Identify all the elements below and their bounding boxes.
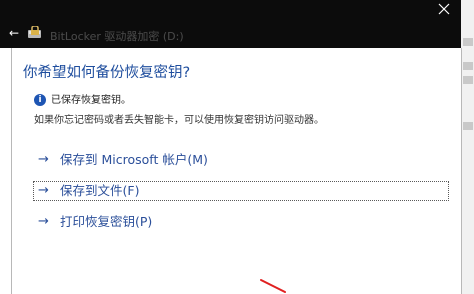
arrow-right-icon: → [38, 214, 49, 229]
print-recovery-key-option[interactable]: → 打印恢复密钥(P) [33, 212, 449, 232]
dialog-heading: 你希望如何备份恢复密钥? [23, 65, 191, 81]
arrow-right-icon: → [38, 152, 49, 167]
background-fragment [463, 38, 473, 46]
option-label: 保存到文件(F) [60, 183, 140, 198]
window-title: BitLocker 驱动器加密 (D:) [50, 30, 184, 43]
info-icon: i [34, 94, 46, 106]
background-fragment [463, 62, 473, 70]
background-window-edge [461, 0, 474, 294]
save-to-file-option[interactable]: → 保存到文件(F) [33, 181, 449, 201]
dialog-description: 如果你忘记密码或者丢失智能卡，可以使用恢复密钥访问驱动器。 [34, 115, 324, 126]
option-label: 保存到 Microsoft 帐户(M) [60, 152, 208, 167]
background-fragment [463, 122, 473, 130]
screenshot-stage: ← BitLocker 驱动器加密 (D:) 你希望如何备份恢复密钥? i 已保… [0, 0, 474, 294]
backup-dialog [11, 48, 462, 294]
bitlocker-drive-icon [28, 26, 41, 38]
arrow-right-icon: → [38, 183, 49, 198]
background-fragment [463, 76, 473, 84]
save-to-microsoft-account-option[interactable]: → 保存到 Microsoft 帐户(M) [33, 150, 449, 170]
back-arrow-icon[interactable]: ← [9, 27, 21, 39]
option-label: 打印恢复密钥(P) [60, 214, 153, 229]
window-titlebar: ← BitLocker 驱动器加密 (D:) [0, 0, 474, 48]
annotation-arrow-mark [260, 279, 286, 293]
info-message: 已保存恢复密钥。 [51, 95, 131, 106]
close-icon[interactable] [436, 1, 452, 17]
